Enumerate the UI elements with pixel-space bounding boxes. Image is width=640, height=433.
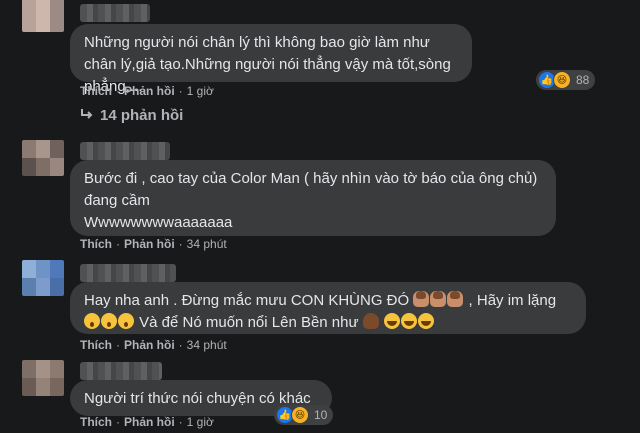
shocked-emoji-group xyxy=(84,313,139,331)
comment-actions: Thích · Phản hồi · 34 phút xyxy=(80,338,227,352)
avatar[interactable] xyxy=(22,140,64,176)
laughing-face-emoji xyxy=(417,313,434,329)
commenter-name-redacted xyxy=(80,264,176,282)
poop-emoji xyxy=(362,313,379,329)
laughing-face-emoji xyxy=(383,313,400,329)
comment-3: Hay nha anh . Đừng mắc mưu CON KHÙNG ĐÓ … xyxy=(0,258,640,358)
avatar[interactable] xyxy=(22,260,64,296)
person-facepalm-emoji xyxy=(430,291,447,307)
replies-count-label: 14 phản hồi xyxy=(100,107,184,124)
like-button[interactable]: Thích xyxy=(80,237,112,251)
commenter-name-redacted xyxy=(80,142,170,160)
comment-text-part-2: , Hãy im lặng xyxy=(468,292,557,309)
reaction-count: 10 xyxy=(314,408,328,422)
reply-button[interactable]: Phản hồi xyxy=(124,237,175,251)
avatar[interactable] xyxy=(22,360,64,396)
person-facepalm-emoji xyxy=(413,291,430,307)
comment-time[interactable]: 34 phút xyxy=(187,237,227,251)
comment-actions: Thích · Phản hồi · 34 phút xyxy=(80,237,227,251)
comment-text: Bước đi , cao tay của Color Man ( hãy nh… xyxy=(84,170,538,231)
commenter-name-redacted xyxy=(80,362,162,380)
reply-button[interactable]: Phản hồi xyxy=(124,415,175,429)
reaction-summary[interactable]: 👍 😆 88 xyxy=(536,70,596,90)
shocked-face-emoji xyxy=(101,313,117,329)
comment-2: Bước đi , cao tay của Color Man ( hãy nh… xyxy=(0,138,640,258)
shocked-face-emoji xyxy=(118,313,134,329)
comment-time[interactable]: 1 giờ xyxy=(187,415,214,429)
comment-bubble: Bước đi , cao tay của Color Man ( hãy nh… xyxy=(70,160,556,236)
haha-icon: 😆 xyxy=(553,71,571,89)
comment-1: Những người nói chân lý thì không bao gi… xyxy=(0,0,640,130)
comment-actions: Thích · Phản hồi · 1 giờ xyxy=(80,84,214,98)
comment-text: Hay nha anh . Đừng mắc mưu CON KHÙNG ĐÓ … xyxy=(84,290,572,334)
reaction-summary[interactable]: 👍 😆 10 xyxy=(274,405,334,425)
comment-text-part-3: Và để Nó muốn nổi Lên Bền như xyxy=(139,314,359,331)
like-button[interactable]: Thích xyxy=(80,338,112,352)
trailing-emoji-group xyxy=(362,313,435,331)
comment-time[interactable]: 1 giờ xyxy=(187,84,214,98)
comment-actions: Thích · Phản hồi · 1 giờ xyxy=(80,415,214,429)
comment-4: Người trí thức nói chuyện có khác 👍 😆 10… xyxy=(0,358,640,433)
reaction-count: 88 xyxy=(576,73,590,87)
like-button[interactable]: Thích xyxy=(80,84,112,98)
comment-bubble: Những người nói chân lý thì không bao gi… xyxy=(70,24,472,95)
person-facepalm-emoji xyxy=(447,291,464,307)
reply-button[interactable]: Phản hồi xyxy=(124,84,175,98)
comment-text-part-1: Hay nha anh . Đừng mắc mưu CON KHÙNG ĐÓ xyxy=(84,292,410,309)
shocked-face-emoji xyxy=(84,313,100,329)
avatar[interactable] xyxy=(22,0,64,32)
like-button[interactable]: Thích xyxy=(80,415,112,429)
view-replies-button[interactable]: 14 phản hồi xyxy=(80,107,183,124)
haha-icon: 😆 xyxy=(291,406,309,424)
reply-button[interactable]: Phản hồi xyxy=(124,338,175,352)
commenter-name-redacted xyxy=(80,4,150,22)
facepalm-emoji-group xyxy=(413,291,468,309)
comment-bubble: Hay nha anh . Đừng mắc mưu CON KHÙNG ĐÓ … xyxy=(70,282,586,334)
reply-arrow-icon xyxy=(80,107,94,124)
laughing-face-emoji xyxy=(400,313,417,329)
comment-time[interactable]: 34 phút xyxy=(187,338,227,352)
